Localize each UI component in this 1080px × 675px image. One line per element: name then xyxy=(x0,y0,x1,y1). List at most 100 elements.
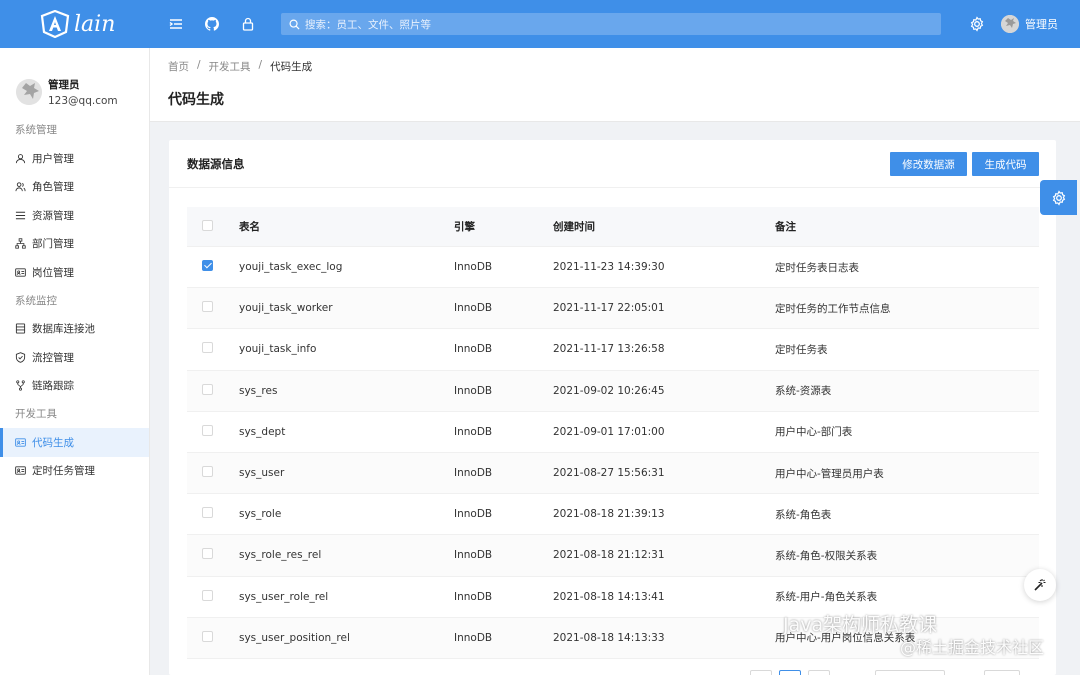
row-checkbox[interactable] xyxy=(202,260,213,272)
breadcrumb-home[interactable]: 首页 xyxy=(168,59,189,74)
cell-engine: InnoDB xyxy=(454,384,493,397)
column-header-name[interactable]: 表名 xyxy=(239,219,454,234)
cell-created: 2021-08-18 14:13:33 xyxy=(553,631,665,644)
nav-group-title: 系统管理 xyxy=(15,124,57,136)
cell-note: 系统-用户-角色关系表 xyxy=(775,591,878,604)
page-title: 代码生成 xyxy=(168,92,224,108)
sidebar-item-position-management[interactable]: 岗位管理 xyxy=(0,258,149,287)
table-row[interactable]: sys_dept InnoDB 2021-09-01 17:01:00 用户中心-部门… xyxy=(187,412,1039,453)
cell-table-name: sys_user_role_rel xyxy=(239,590,329,603)
card-title: 数据源信息 xyxy=(187,156,245,171)
app-logo[interactable]: lain xyxy=(0,0,150,48)
pagination-item[interactable] xyxy=(750,670,772,675)
table-header-row: 表名 引擎 创建时间 备注 xyxy=(187,207,1039,247)
sidebar-item-trace[interactable]: 链路跟踪 xyxy=(0,372,149,401)
column-header-note[interactable]: 备注 xyxy=(775,219,1039,234)
cell-created: 2021-11-17 22:05:01 xyxy=(553,302,665,315)
user-icon xyxy=(15,153,26,163)
magic-wand-icon xyxy=(1034,579,1046,591)
cell-note: 系统-资源表 xyxy=(775,385,832,398)
generate-code-button[interactable]: 生成代码 xyxy=(972,152,1039,176)
team-icon xyxy=(15,182,26,192)
cell-table-name: youji_task_exec_log xyxy=(239,261,343,274)
column-header-engine[interactable]: 引擎 xyxy=(454,219,553,234)
sidebar-user-name: 管理员 xyxy=(48,79,80,91)
table-row[interactable]: sys_role InnoDB 2021-08-18 21:39:13 系统-角色表 xyxy=(187,494,1039,536)
cell-table-name: sys_user xyxy=(239,467,285,480)
menu-icon xyxy=(169,19,182,29)
table-row[interactable]: sys_role_res_rel InnoDB 2021-08-18 21:12:3… xyxy=(187,535,1039,577)
sidebar-item-user-management[interactable]: 用户管理 xyxy=(0,144,149,173)
table-row[interactable]: sys_user InnoDB 2021-08-27 15:56:31 用户中心-管理… xyxy=(187,452,1039,495)
row-checkbox[interactable] xyxy=(202,383,213,395)
select-all-checkbox[interactable] xyxy=(202,219,213,231)
table-row[interactable]: youji_task_worker InnoDB 2021-11-17 22:05:… xyxy=(187,288,1039,330)
top-right-area: 管理员 xyxy=(969,0,1058,48)
cell-created: 2021-08-27 15:56:31 xyxy=(553,467,665,480)
cell-engine: InnoDB xyxy=(454,590,493,603)
cell-table-name: sys_res xyxy=(239,384,278,397)
page-size-select[interactable] xyxy=(875,670,945,675)
table-row[interactable]: sys_res InnoDB 2021-09-02 10:26:45 系统-资源表 xyxy=(187,370,1039,412)
cell-table-name: sys_role_res_rel xyxy=(239,549,322,562)
nav-group-title: 系统监控 xyxy=(15,294,57,307)
column-header-created[interactable]: 创建时间 xyxy=(553,219,775,234)
table-list: 表名 引擎 创建时间 备注 youji_task_exec_log InnoDB 2… xyxy=(187,207,1039,659)
cell-note: 定时任务表 xyxy=(775,343,828,356)
row-checkbox[interactable] xyxy=(202,589,213,601)
magic-wand-button[interactable] xyxy=(1024,569,1056,601)
cell-table-name: sys_dept xyxy=(239,425,286,438)
sidebar-item-dept-management[interactable]: 部门管理 xyxy=(0,230,149,259)
cell-note: 用户中心-部门表 xyxy=(775,426,853,439)
row-checkbox[interactable] xyxy=(202,548,213,560)
breadcrumb-separator: / xyxy=(258,59,263,71)
table-row[interactable]: youji_task_info InnoDB 2021-11-17 13:26:58… xyxy=(187,329,1039,371)
row-checkbox[interactable] xyxy=(202,630,213,642)
avatar[interactable] xyxy=(1001,15,1019,33)
cell-note: 用户中心-管理员用户表 xyxy=(775,467,884,480)
table-body: youji_task_exec_log InnoDB 2021-11-23 14:3… xyxy=(187,247,1039,659)
row-checkbox[interactable] xyxy=(202,301,213,313)
cell-engine: InnoDB xyxy=(454,467,493,480)
sidebar-item-code-gen[interactable]: 代码生成 xyxy=(0,428,149,457)
sidebar-item-resource-management[interactable]: 资源管理 xyxy=(0,201,149,230)
cell-engine: InnoDB xyxy=(454,425,493,438)
sidebar-user-email: 123@qq.com xyxy=(48,95,118,107)
sidebar-item-role-management[interactable]: 角色管理 xyxy=(0,173,149,202)
pagination-item[interactable] xyxy=(808,670,830,675)
lock-icon xyxy=(242,17,254,31)
id-card-icon xyxy=(15,466,26,475)
cell-table-name: sys_user_position_rel xyxy=(239,631,350,644)
page-header: 首页 / 开发工具 / 代码生成 代码生成 xyxy=(150,48,1080,122)
cell-table-name: sys_role xyxy=(239,508,282,521)
page-jump-input[interactable] xyxy=(984,670,1020,675)
github-button[interactable] xyxy=(194,0,230,48)
settings-drawer-button[interactable] xyxy=(1040,180,1077,215)
row-checkbox[interactable] xyxy=(202,466,213,478)
cell-engine: InnoDB xyxy=(454,631,493,644)
cell-engine: InnoDB xyxy=(454,549,493,562)
menu-toggle-button[interactable] xyxy=(158,0,194,48)
list-icon xyxy=(15,211,26,219)
lock-button[interactable] xyxy=(230,0,266,48)
edit-datasource-button[interactable]: 修改数据源 xyxy=(890,152,967,176)
cell-created: 2021-08-18 21:12:31 xyxy=(553,549,665,562)
top-user-name[interactable]: 管理员 xyxy=(1025,16,1058,32)
row-checkbox[interactable] xyxy=(202,424,213,436)
row-checkbox[interactable] xyxy=(202,342,213,354)
cell-table-name: youji_task_worker xyxy=(239,302,333,315)
org-chart-icon xyxy=(15,238,26,249)
fork-icon xyxy=(16,380,25,391)
pagination-item-active[interactable] xyxy=(779,670,801,675)
sidebar-item-flow-control[interactable]: 流控管理 xyxy=(0,343,149,372)
sidebar-item-scheduled-tasks[interactable]: 定时任务管理 xyxy=(0,457,149,486)
top-bar: lain 搜索：员工、文件、照片等 管理员 xyxy=(0,0,1080,48)
row-checkbox[interactable] xyxy=(202,507,213,519)
gear-icon[interactable] xyxy=(969,16,985,32)
table-row[interactable]: youji_task_exec_log InnoDB 2021-11-23 14:3… xyxy=(187,247,1039,289)
sidebar-item-db-pool[interactable]: 数据库连接池 xyxy=(0,315,149,344)
search-input[interactable]: 搜索：员工、文件、照片等 xyxy=(281,13,941,35)
breadcrumb-dev-tools[interactable]: 开发工具 xyxy=(209,59,251,74)
nav-group-title: 开发工具 xyxy=(15,408,57,420)
logo-text: lain xyxy=(74,11,116,37)
